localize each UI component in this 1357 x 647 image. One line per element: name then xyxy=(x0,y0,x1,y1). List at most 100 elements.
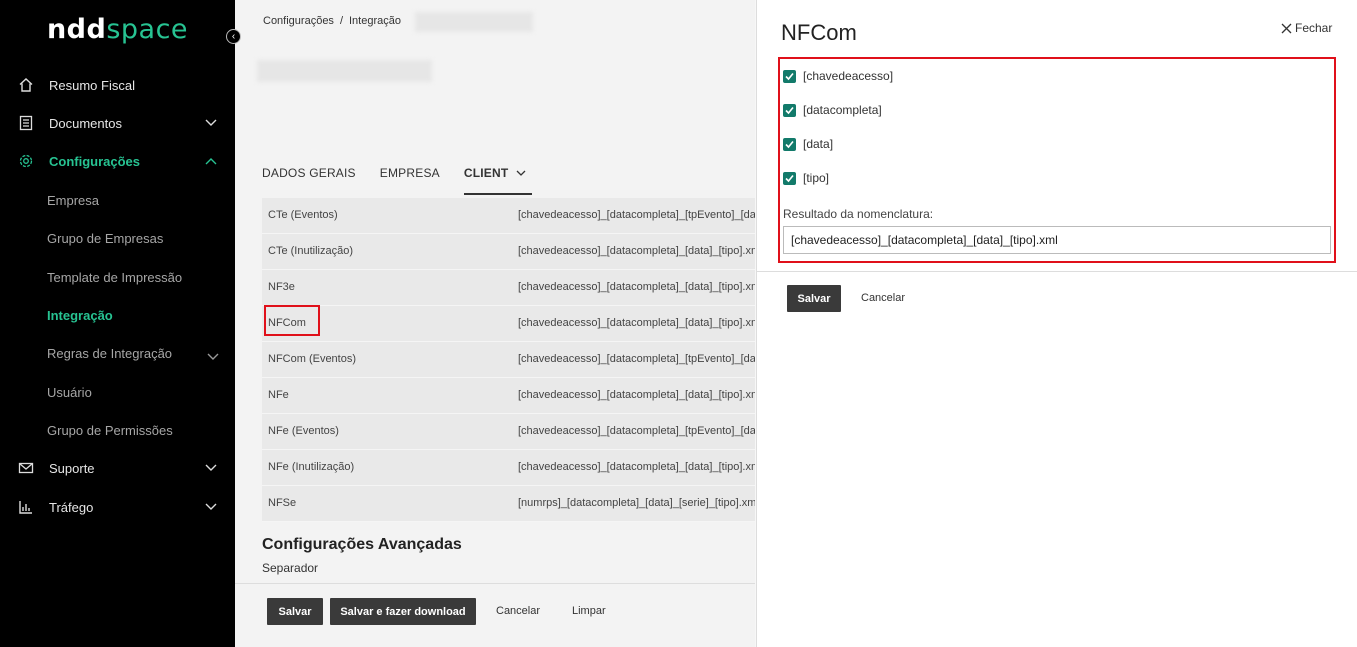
row-pattern: [chavedeacesso]_[datacompleta]_[data]_[t… xyxy=(518,389,755,401)
gear-icon xyxy=(18,153,34,169)
footer-bar: Salvar Salvar e fazer download Cancelar … xyxy=(235,583,755,647)
result-field[interactable]: [chavedeacesso]_[datacompleta]_[data]_[t… xyxy=(783,226,1331,254)
table-row[interactable]: NFe (Inutilização) [chavedeacesso]_[datac… xyxy=(262,450,755,486)
tab-label: CLIENT xyxy=(463,166,509,180)
breadcrumb-item[interactable]: Configurações xyxy=(263,15,334,27)
panel-save-button[interactable]: Salvar xyxy=(787,285,841,312)
home-icon xyxy=(18,77,34,93)
checkbox-label: [data] xyxy=(803,137,834,151)
chevron-down-icon xyxy=(205,117,217,129)
row-pattern: [chavedeacesso]_[datacompleta]_[tpEvento… xyxy=(518,353,755,365)
row-pattern: [chavedeacesso]_[datacompleta]_[tpEvento… xyxy=(518,425,755,437)
sidebar-item-label: Tráfego xyxy=(49,499,94,515)
row-pattern: [chavedeacesso]_[datacompleta]_[data]_[t… xyxy=(518,317,755,329)
sidebar-item-configuracoes[interactable]: Configurações xyxy=(0,144,235,178)
checkbox-label: [tipo] xyxy=(803,171,830,185)
checkbox-checked-icon[interactable] xyxy=(783,171,796,185)
nomenclature-table: CTe (Eventos) [chavedeacesso]_[datacomple… xyxy=(262,198,755,522)
panel-cancel-button[interactable]: Cancelar xyxy=(861,292,905,304)
close-icon xyxy=(1281,23,1292,33)
result-label: Resultado da nomenclatura: xyxy=(783,207,934,221)
sidebar-subitem-template-impressao[interactable]: Template de Impressão xyxy=(47,270,182,285)
cancel-button[interactable]: Cancelar xyxy=(496,605,540,617)
sidebar-subitem-grupo-permissoes[interactable]: Grupo de Permissões xyxy=(47,423,173,438)
chevron-down-icon xyxy=(205,501,217,513)
table-row[interactable]: CTe (Eventos) [chavedeacesso]_[datacomple… xyxy=(262,198,755,234)
row-pattern: [numrps]_[datacompleta]_[data]_[serie]_[… xyxy=(518,497,755,509)
app-logo[interactable]: nddspace xyxy=(0,14,235,45)
sidebar-item-label: Configurações xyxy=(49,153,141,169)
checkbox-chavedeacesso[interactable]: [chavedeacesso] xyxy=(783,69,893,83)
sidebar-item-label: Resumo Fiscal xyxy=(49,77,135,93)
save-button[interactable]: Salvar xyxy=(267,598,323,625)
tab-client[interactable]: CLIENT xyxy=(463,166,532,195)
bar-chart-icon xyxy=(18,499,34,515)
advanced-settings-title: Configurações Avançadas xyxy=(262,536,462,553)
sidebar-subitem-grupo-empresas[interactable]: Grupo de Empresas xyxy=(47,231,163,246)
checkbox-tipo[interactable]: [tipo] xyxy=(783,171,829,185)
mail-icon xyxy=(18,460,34,476)
sidebar-item-trafego[interactable]: Tráfego xyxy=(0,490,235,524)
table-row[interactable]: NFSe [numrps]_[datacompleta]_[data]_[seri… xyxy=(262,486,755,522)
checkbox-label: [datacompleta] xyxy=(803,103,882,117)
sidebar-item-label: Suporte xyxy=(49,460,95,476)
separator-label: Separador xyxy=(262,561,319,575)
checkbox-label: [chavedeacesso] xyxy=(803,69,894,83)
row-name: CTe (Inutilização) xyxy=(268,245,353,257)
row-name: NFe (Eventos) xyxy=(268,425,339,437)
row-pattern: [chavedeacesso]_[datacompleta]_[data]_[t… xyxy=(518,245,755,257)
row-name: NFe xyxy=(268,389,289,401)
main-content: Configurações / Integração DADOS GERAIS … xyxy=(235,0,755,647)
checkbox-checked-icon[interactable] xyxy=(783,69,796,83)
close-label: Fechar xyxy=(1295,21,1333,35)
row-pattern: [chavedeacesso]_[datacompleta]_[tpEvento… xyxy=(518,209,755,221)
collapse-sidebar-button[interactable]: ‹ xyxy=(226,29,241,44)
panel-title: NFCom xyxy=(781,20,857,45)
sidebar: nddspace Resumo Fiscal Documentos Config… xyxy=(0,0,235,647)
blurred-title xyxy=(257,60,432,82)
nomenclature-panel: NFCom Fechar [chavedeacesso] [datacomple… xyxy=(756,0,1357,647)
checkbox-checked-icon[interactable] xyxy=(783,103,796,117)
close-button[interactable]: Fechar xyxy=(1281,21,1332,35)
table-row[interactable]: NFCom (Eventos) [chavedeacesso]_[datacomp… xyxy=(262,342,755,378)
sidebar-item-label: Documentos xyxy=(49,115,122,131)
sidebar-subitem-regras-integracao[interactable]: Regras de Integração xyxy=(47,346,172,361)
row-pattern: [chavedeacesso]_[datacompleta]_[data]_[t… xyxy=(518,461,755,473)
clear-button[interactable]: Limpar xyxy=(572,605,606,617)
chevron-up-icon xyxy=(205,155,217,167)
table-row[interactable]: NFe [chavedeacesso]_[datacompleta]_[data]… xyxy=(262,378,755,414)
sidebar-subitem-empresa[interactable]: Empresa xyxy=(47,193,99,208)
chevron-down-icon xyxy=(516,170,526,176)
table-row[interactable]: CTe (Inutilização) [chavedeacesso]_[datac… xyxy=(262,234,755,270)
chevron-down-icon xyxy=(207,348,219,366)
highlight-box-nfcom xyxy=(264,305,320,336)
sidebar-item-suporte[interactable]: Suporte xyxy=(0,451,235,485)
chevron-down-icon xyxy=(205,462,217,474)
table-row[interactable]: NFCom [chavedeacesso]_[datacompleta]_[dat… xyxy=(262,306,755,342)
blurred-text xyxy=(415,12,533,32)
sidebar-subitem-integracao[interactable]: Integração xyxy=(47,308,113,323)
save-download-button[interactable]: Salvar e fazer download xyxy=(330,598,476,625)
checkbox-datacompleta[interactable]: [datacompleta] xyxy=(783,103,882,117)
divider xyxy=(757,271,1357,272)
row-name: NFCom (Eventos) xyxy=(268,353,357,365)
row-name: NFSe xyxy=(268,497,297,509)
sidebar-subitem-usuario[interactable]: Usuário xyxy=(47,385,92,400)
document-icon xyxy=(18,115,34,131)
sidebar-item-resumo-fiscal[interactable]: Resumo Fiscal xyxy=(0,68,235,102)
breadcrumb: Configurações / Integração xyxy=(263,15,401,27)
breadcrumb-separator: / xyxy=(339,15,343,27)
table-row[interactable]: NF3e [chavedeacesso]_[datacompleta]_[data… xyxy=(262,270,755,306)
row-name: NFe (Inutilização) xyxy=(268,461,355,473)
tab-empresa[interactable]: EMPRESA xyxy=(380,166,440,195)
tab-bar: DADOS GERAIS EMPRESA CLIENT xyxy=(262,166,556,195)
table-row[interactable]: NFe (Eventos) [chavedeacesso]_[datacomple… xyxy=(262,414,755,450)
row-name: CTe (Eventos) xyxy=(268,209,338,221)
checkbox-data[interactable]: [data] xyxy=(783,137,833,151)
checkbox-checked-icon[interactable] xyxy=(783,137,796,151)
tab-dados-gerais[interactable]: DADOS GERAIS xyxy=(262,166,356,195)
row-pattern: [chavedeacesso]_[datacompleta]_[data]_[t… xyxy=(518,281,755,293)
row-name: NF3e xyxy=(268,281,295,293)
breadcrumb-item[interactable]: Integração xyxy=(349,15,401,27)
sidebar-item-documentos[interactable]: Documentos xyxy=(0,106,235,140)
